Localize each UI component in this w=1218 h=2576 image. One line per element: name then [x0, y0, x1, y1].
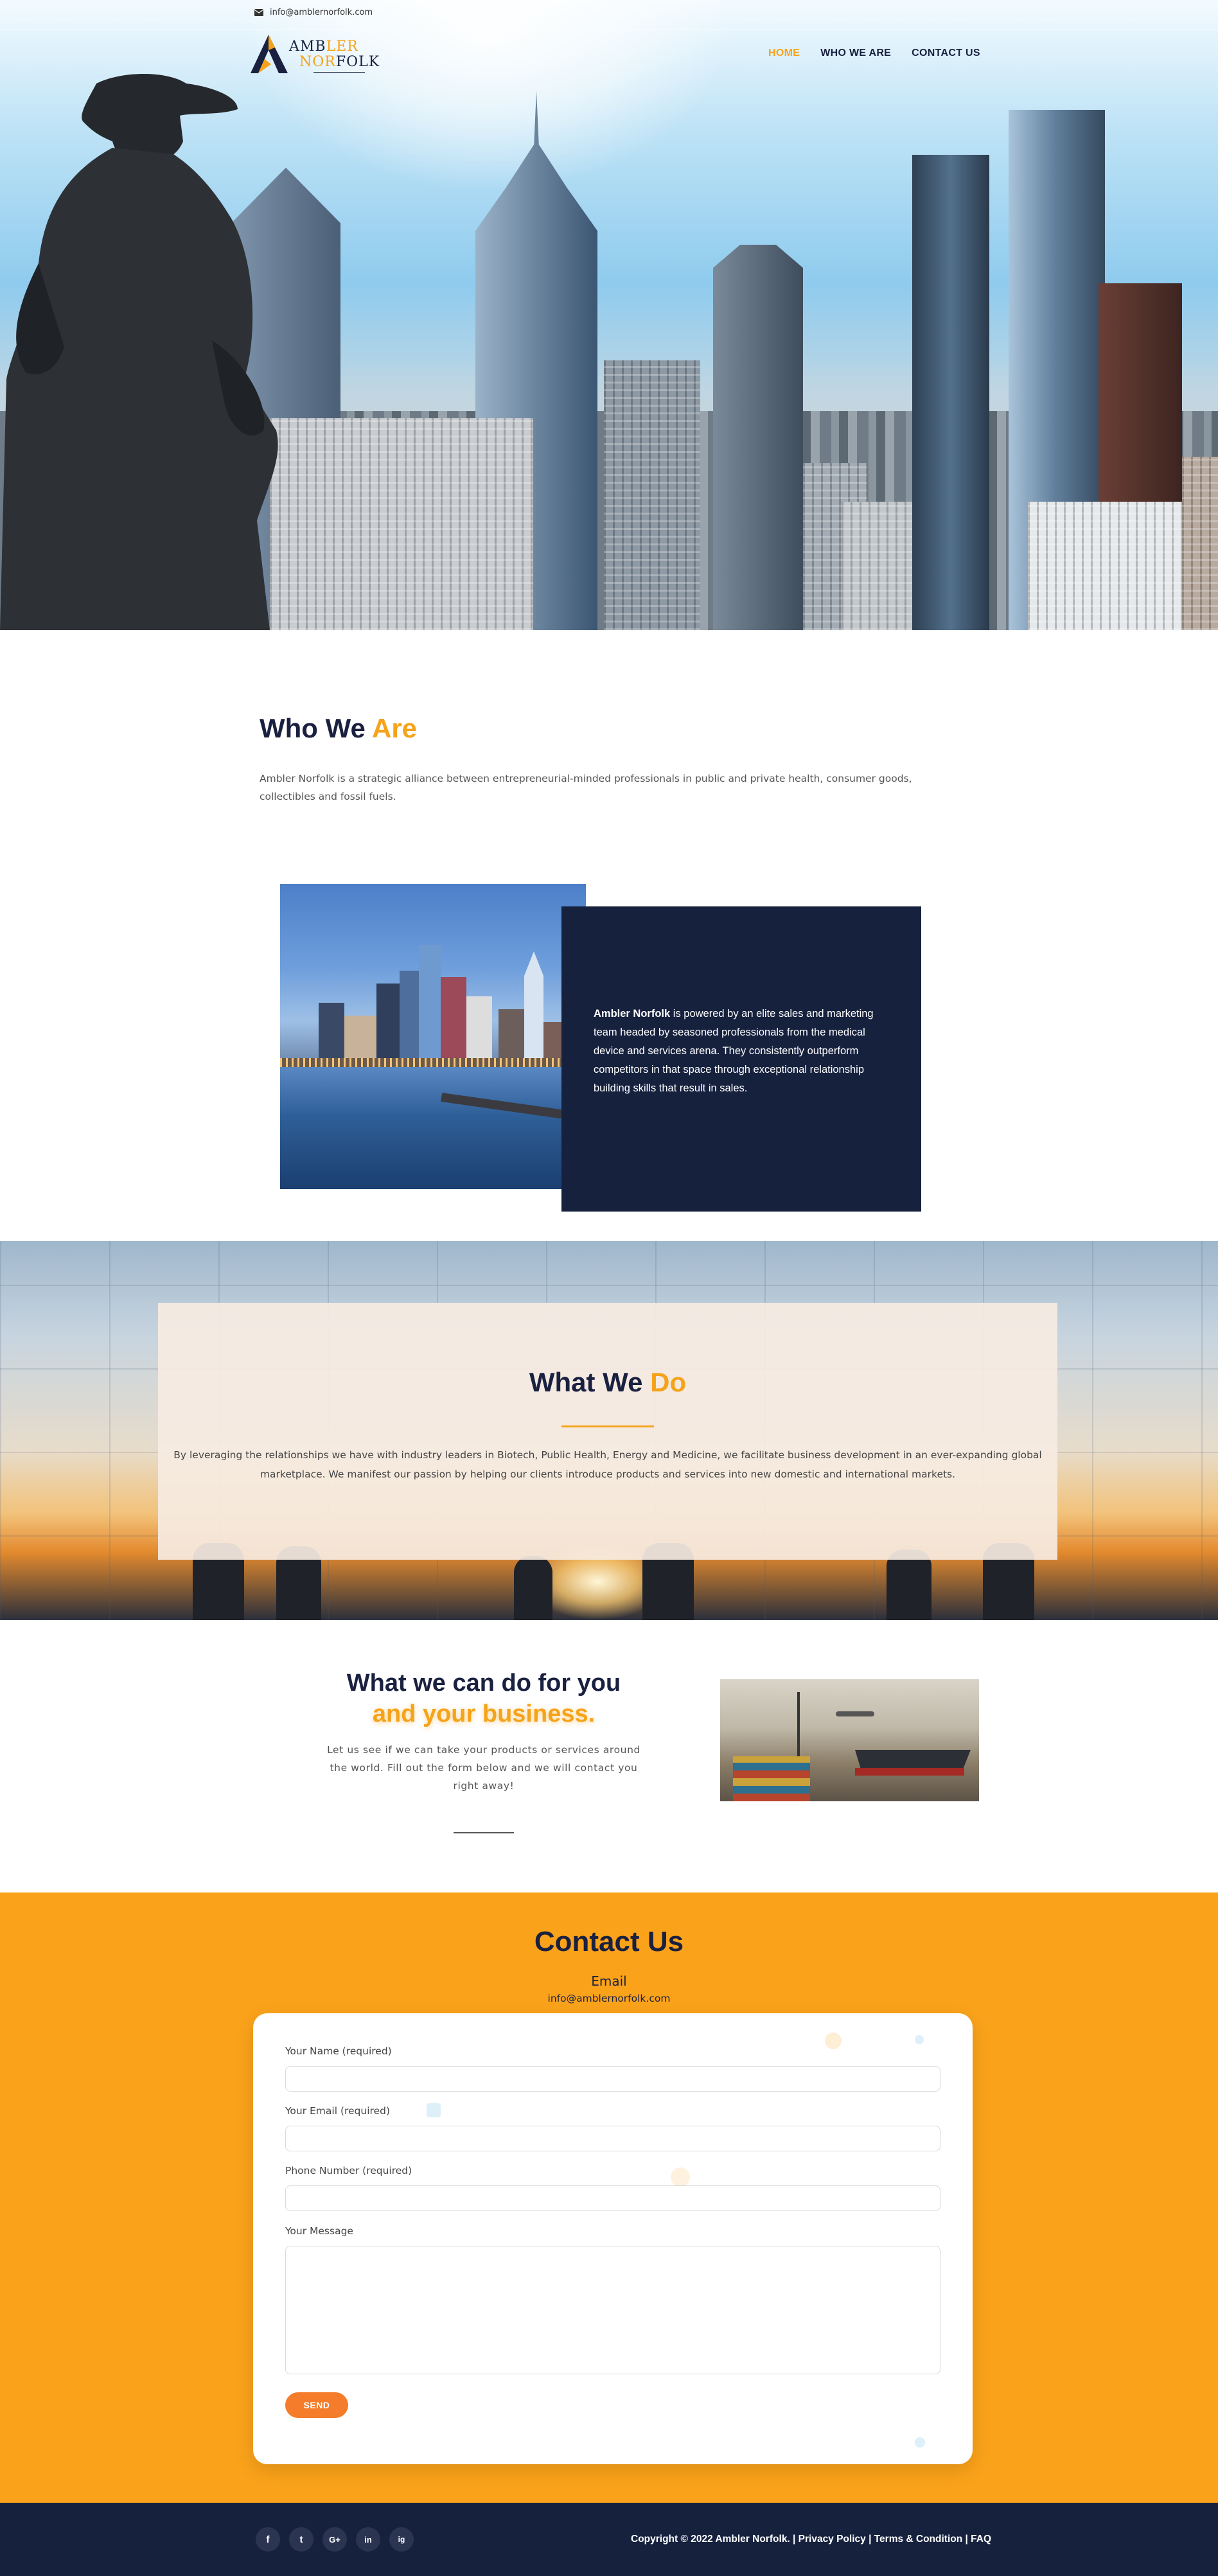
statue-silhouette [0, 74, 278, 630]
divider [454, 1832, 514, 1833]
what-we-do-text: By leveraging the relationships we have … [173, 1449, 1042, 1480]
site-logo[interactable]: AMBLER NORFOLK [249, 33, 380, 76]
cando-text: Let us see if we can take your products … [327, 1744, 640, 1792]
google-plus-icon[interactable]: G+ [322, 2527, 347, 2552]
contact-email-link[interactable]: info@amblernorfolk.com [0, 1993, 1218, 2004]
email-label: Your Email (required) [285, 2105, 390, 2117]
airplane [836, 1711, 874, 1716]
skyscraper [1028, 502, 1182, 630]
skyline-building [524, 951, 543, 1073]
skyline-building [419, 945, 441, 1073]
envelope-icon [254, 9, 263, 16]
cando-title: What we can do for you and your business… [302, 1668, 666, 1729]
logo-underline [313, 72, 365, 73]
decor-dot [427, 2103, 441, 2117]
skyscraper [604, 360, 700, 630]
logo-word-norfolk: NORFOLK [299, 54, 380, 70]
topbar-email[interactable]: info@amblernorfolk.com [254, 8, 373, 17]
logistics-image [720, 1679, 979, 1801]
cando-title-line1: What we can do for you [346, 1670, 621, 1697]
river [280, 1067, 586, 1189]
message-textarea[interactable] [285, 2246, 940, 2374]
ship-hull [855, 1768, 964, 1776]
skyscraper [713, 245, 803, 630]
nav-home[interactable]: HOME [768, 48, 800, 59]
linkedin-icon[interactable]: in [356, 2527, 380, 2552]
who-we-are-text: Ambler Norfolk is a strategic alliance b… [260, 773, 912, 802]
name-label: Your Name (required) [285, 2045, 392, 2057]
logo-word-ambler: AMBLER [289, 39, 358, 55]
person-silhouette [887, 1549, 931, 1620]
email-input[interactable] [285, 2126, 940, 2151]
decor-dot [825, 2033, 842, 2049]
containers [733, 1756, 810, 1801]
instagram-icon[interactable]: ig [389, 2527, 414, 2552]
about-card: Ambler Norfolk is powered by an elite sa… [561, 906, 921, 1212]
philadelphia-skyline-image [280, 884, 586, 1189]
nav-who-we-are[interactable]: WHO WE ARE [820, 48, 891, 59]
who-we-are-title: Who We Are [260, 713, 418, 743]
person-silhouette [514, 1556, 552, 1620]
logo-mark-icon [251, 35, 288, 73]
contact-section: Contact Us Email info@amblernorfolk.com … [0, 1892, 1218, 2503]
copyright-text: Copyright © 2022 Ambler Norfolk. | Priva… [631, 2534, 992, 2545]
send-button[interactable]: SEND [285, 2392, 348, 2418]
contact-email-label: Email [591, 1973, 627, 1989]
what-we-do-box: What We Do By leveraging the relationshi… [158, 1303, 1057, 1560]
skyscraper [842, 502, 912, 630]
skyscraper [270, 418, 533, 630]
hero-banner: info@amblernorfolk.com AMBLER NORFOLK HO… [0, 0, 1218, 630]
about-card-text: Ambler Norfolk is powered by an elite sa… [594, 1008, 874, 1094]
crane [797, 1692, 800, 1763]
cando-title-line2: and your business. [372, 1700, 596, 1727]
decor-dot [915, 2437, 925, 2448]
decor-dot [671, 2167, 690, 2187]
top-bar: info@amblernorfolk.com [0, 0, 1218, 30]
phone-input[interactable] [285, 2185, 940, 2211]
skyscraper [1182, 457, 1218, 630]
contact-title: Contact Us [534, 1926, 684, 1957]
topbar-email-text: info@amblernorfolk.com [270, 8, 373, 17]
footer: f t G+ in ig Copyright © 2022 Ambler Nor… [0, 2503, 1218, 2576]
message-label: Your Message [285, 2225, 353, 2237]
facebook-icon[interactable]: f [256, 2527, 280, 2552]
main-nav: HOME WHO WE ARE CONTACT US [768, 48, 980, 59]
title-underline [561, 1425, 654, 1427]
phone-label: Phone Number (required) [285, 2165, 412, 2176]
what-we-do-title: What We Do [529, 1367, 687, 1397]
decor-dot [915, 2035, 924, 2044]
skyscraper [912, 155, 989, 630]
nav-contact-us[interactable]: CONTACT US [912, 48, 980, 59]
what-we-do-section: What We Do By leveraging the relationshi… [0, 1241, 1218, 1620]
contact-form: Your Name (required) Your Email (require… [253, 2013, 973, 2464]
twitter-icon[interactable]: t [289, 2527, 313, 2552]
name-input[interactable] [285, 2066, 940, 2092]
